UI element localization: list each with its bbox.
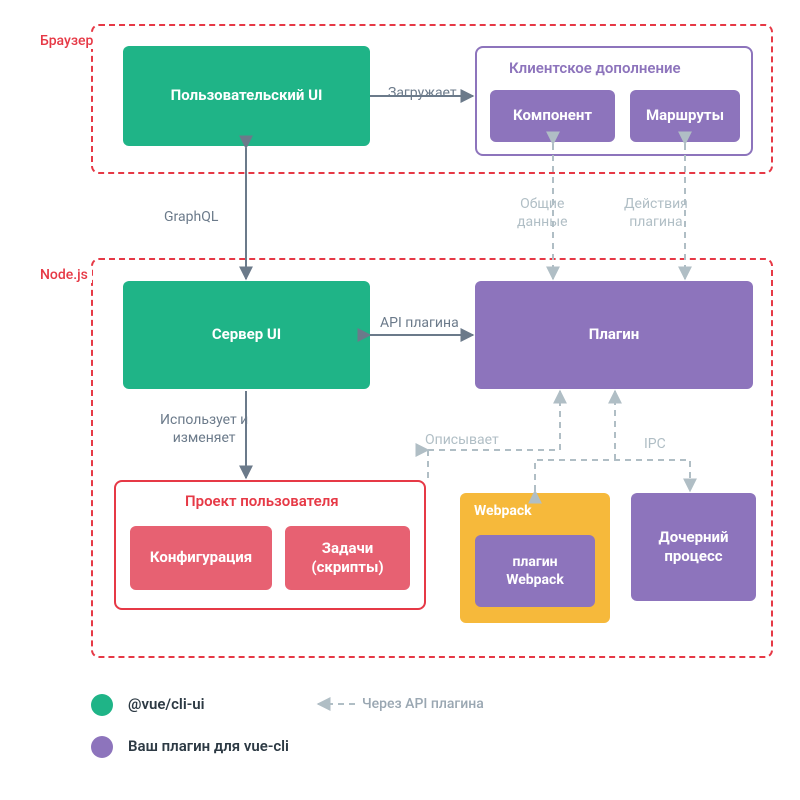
- user-ui-text: Пользовательский UI: [171, 86, 323, 106]
- routes-text: Маршруты: [646, 106, 724, 126]
- client-extension-title: Клиентское дополнение: [509, 59, 681, 77]
- shared-data-label: Общие данные: [517, 196, 568, 231]
- configuration-box: Конфигурация: [130, 526, 272, 590]
- child-process-box: Дочерний процесс: [631, 493, 756, 601]
- node-label: Node.js: [36, 267, 92, 283]
- server-ui-box: Сервер UI: [123, 281, 370, 389]
- ipc-label: IPC: [644, 436, 666, 454]
- tasks-text: Задачи (скрипты): [311, 539, 383, 578]
- describes-label: Описывает: [425, 432, 499, 450]
- legend-green-circle: [91, 694, 113, 716]
- tasks-box: Задачи (скрипты): [285, 526, 410, 590]
- graphql-label: GraphQL: [164, 209, 218, 227]
- legend-cli-ui: @vue/cli-ui: [128, 695, 205, 713]
- configuration-text: Конфигурация: [150, 548, 252, 568]
- routes-box: Маршруты: [630, 90, 740, 142]
- browser-label: Браузер: [36, 33, 97, 49]
- component-box: Компонент: [490, 90, 615, 142]
- legend-via-api: Через API плагина: [362, 696, 484, 712]
- server-ui-text: Сервер UI: [212, 325, 281, 345]
- plugin-box: Плагин: [475, 281, 753, 389]
- uses-changes-label: Использует и изменяет: [160, 412, 248, 447]
- plugin-text: Плагин: [589, 325, 639, 345]
- legend-your-plugin: Ваш плагин для vue-cli: [128, 737, 289, 755]
- child-process-text: Дочерний процесс: [659, 528, 729, 567]
- webpack-text: Webpack: [474, 503, 532, 519]
- user-project-title: Проект пользователя: [185, 492, 339, 510]
- webpack-plugin-text: плагин Webpack: [506, 553, 564, 589]
- legend-purple-circle: [91, 736, 113, 758]
- component-text: Компонент: [513, 106, 592, 126]
- webpack-plugin-box: плагин Webpack: [475, 535, 595, 607]
- plugin-actions-label: Действия плагина: [624, 196, 688, 231]
- user-ui-box: Пользовательский UI: [123, 46, 370, 146]
- loads-label: Загружает: [388, 85, 457, 103]
- api-plugin-label: API плагина: [380, 315, 459, 333]
